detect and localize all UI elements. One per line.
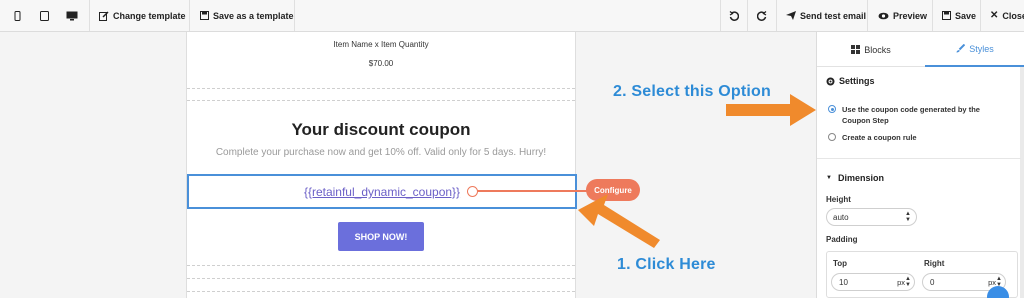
close-label: Close [1002,10,1024,21]
arrow-to-coupon-icon [578,194,660,248]
change-template-button[interactable]: Change template [99,0,186,31]
unit-px: px [897,278,905,287]
redo-icon [757,10,767,21]
coupon-subtitle[interactable]: Complete your purchase now and get 10% o… [187,147,575,158]
padding-label: Padding [826,235,858,244]
toolbar-divider [867,0,868,31]
save-icon [200,11,209,20]
option-generated-label: Use the coupon code generated by the Cou… [842,105,980,125]
settings-heading-label: Settings [839,76,875,86]
save-icon [942,11,951,20]
section-divider [187,88,575,89]
toolbar-divider [89,0,90,31]
option-rule-label: Create a coupon rule [842,133,917,142]
caret-down-icon: ▼ [826,175,832,181]
height-value: auto [833,212,849,222]
dimension-heading-label: Dimension [837,173,884,183]
settings-panel: Blocks Styles Settings Use the coupon co… [816,32,1024,298]
annotation-step-1: 1. Click Here [617,256,716,273]
send-test-email-button[interactable]: Send test email [786,0,866,31]
height-select[interactable]: auto ▲ ▼ [826,208,917,226]
coupon-title[interactable]: Your discount coupon [187,120,575,140]
toolbar-divider [932,0,933,31]
close-icon: ✕ [990,10,999,21]
tab-blocks-label: Blocks [864,44,891,55]
panel-divider [817,158,1021,159]
updown-icon: ▲ ▼ [905,211,911,223]
option-generated-coupon[interactable]: Use the coupon code generated by the Cou… [828,104,980,126]
undo-button[interactable] [729,0,739,31]
tablet-view-button[interactable] [40,0,49,31]
close-button[interactable]: ✕ Close [990,0,1024,31]
edit-icon [99,10,109,21]
toolbar-divider [189,0,190,31]
dimension-heading[interactable]: ▼ Dimension [826,173,884,183]
padding-right-value: 0 [930,277,935,287]
change-template-label: Change template [113,10,186,21]
tablet-icon [40,10,49,21]
eye-icon [878,12,889,19]
undo-icon [729,10,739,21]
section-divider [187,265,575,266]
padding-top-label: Top [833,259,848,268]
desktop-view-button[interactable] [66,0,78,31]
save-as-template-label: Save as a template [213,10,294,21]
send-test-email-label: Send test email [800,10,867,21]
item-price: $70.00 [368,59,394,68]
radio-selected-icon[interactable] [828,105,836,113]
mobile-view-button[interactable] [14,0,21,31]
desktop-icon [66,11,78,20]
panel-tabs: Blocks Styles [817,32,1024,67]
section-divider [187,291,575,292]
stepper-icon[interactable]: ▲ ▼ [905,276,911,288]
settings-heading: Settings [826,76,875,86]
padding-top-input[interactable]: 10 px ▲ ▼ [831,273,915,291]
section-divider [187,278,575,279]
save-button[interactable]: Save [942,0,976,31]
section-divider [187,100,575,101]
blocks-icon [851,45,861,54]
paper-plane-icon [786,11,796,20]
preview-button[interactable]: Preview [878,0,927,31]
preview-label: Preview [893,10,928,21]
email-body: Item Name x Item Quantity $70.00 Your di… [186,32,577,298]
item-name-line: Item Name x Item Quantity [333,40,429,49]
configure-connector-line [476,190,588,192]
toolbar-divider [776,0,777,31]
radio-unselected-icon[interactable] [828,133,836,141]
tab-styles[interactable]: Styles [925,32,1024,67]
toolbar-divider [294,0,295,31]
toolbar-divider [720,0,721,31]
shop-now-button[interactable]: SHOP NOW! [338,222,424,251]
top-toolbar: Change template Save as a template Send … [0,0,1024,32]
tab-styles-label: Styles [969,43,994,54]
panel-scrollbar[interactable] [1020,67,1024,298]
toolbar-divider [980,0,981,31]
tab-blocks[interactable]: Blocks [817,32,925,67]
toolbar-divider [747,0,748,31]
padding-right-label: Right [924,259,945,268]
coupon-code[interactable]: {{retainful_dynamic_coupon}} [189,185,575,199]
padding-top-value: 10 [839,277,848,287]
save-label: Save [955,10,977,21]
configure-connector-handle[interactable] [467,186,478,197]
save-as-template-button[interactable]: Save as a template [200,0,294,31]
gear-icon [826,77,835,85]
option-coupon-rule[interactable]: Create a coupon rule [828,132,917,143]
brush-icon [956,44,966,53]
redo-button[interactable] [757,0,767,31]
mobile-icon [14,10,21,21]
height-label: Height [826,195,851,204]
arrow-to-option-icon [726,94,816,126]
